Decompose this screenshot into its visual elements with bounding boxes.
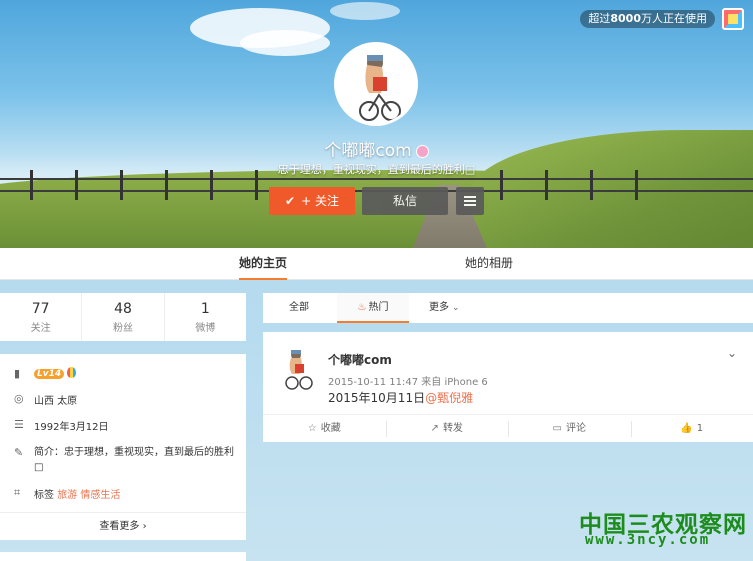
location-icon: ◎	[14, 392, 24, 405]
cloud	[240, 30, 330, 56]
more-menu-button[interactable]	[456, 187, 484, 215]
comment-button[interactable]: ▭ 评论	[508, 415, 631, 442]
post-card: 个嘟嘟com 2015-10-11 11:47 来自 iPhone 6 2015…	[263, 332, 753, 442]
repost-button[interactable]: ↗ 转发	[385, 415, 509, 442]
avatar[interactable]	[334, 42, 418, 126]
like-button[interactable]: 👍 1	[630, 415, 753, 442]
fire-icon: ♨	[357, 302, 367, 313]
tab-more[interactable]: 更多 ⌄	[429, 293, 460, 323]
post-meta: 2015-10-11 11:47 来自 iPhone 6	[328, 377, 488, 388]
tab-all[interactable]: 全部	[289, 293, 309, 323]
stat-followers[interactable]: 48 粉丝	[82, 293, 165, 341]
note-icon: ✎	[14, 446, 24, 459]
star-icon: ☆	[307, 423, 317, 434]
cloud	[330, 2, 400, 20]
watermark-url: www.3ncy.com	[585, 532, 711, 548]
tag-icon: ⌗	[14, 486, 21, 499]
verified-badge-icon	[415, 144, 429, 158]
bookmark-icon: ▮	[14, 367, 21, 380]
avatar-illustration	[359, 55, 401, 121]
profile-motto: 忠于理想，重视现实，直到最后的胜利□	[277, 163, 476, 176]
feed-tabs: 全部 ♨ 热门 更多 ⌄	[263, 293, 753, 323]
tab-home[interactable]: 她的主页	[239, 248, 288, 280]
view-more-link[interactable]: 查看更多 ›	[0, 512, 246, 540]
post-options-chevron-icon[interactable]: ⌄	[727, 346, 737, 360]
chevron-down-icon: ⌄	[452, 303, 460, 313]
next-card	[0, 552, 246, 561]
info-card: ▮ Lv14 ◎ 山西 太原 ☰ 1992年3月12日 ✎ 简介：忠于理想，重视…	[0, 354, 246, 540]
post-author[interactable]: 个嘟嘟com	[328, 351, 392, 368]
check-icon: ✔	[285, 194, 296, 208]
cake-icon: ☰	[14, 418, 24, 431]
thumbs-up-icon: 👍	[680, 423, 693, 434]
stat-posts[interactable]: 1 微博	[165, 293, 246, 341]
mention-link[interactable]: @甄倪雅	[425, 391, 473, 405]
share-icon: ↗	[430, 423, 439, 434]
chevron-right-icon: ›	[142, 521, 147, 532]
tag-links[interactable]: 旅游 情感生活	[57, 490, 120, 501]
message-button[interactable]: 私信	[362, 187, 448, 215]
tab-album[interactable]: 她的相册	[465, 248, 513, 280]
usage-badge: 超过8000万人正在使用	[580, 10, 715, 28]
tab-hot[interactable]: ♨ 热门	[337, 293, 409, 323]
comment-icon: ▭	[552, 423, 562, 434]
post-actions: ☆ 收藏 ↗ 转发 ▭ 评论 👍 1	[263, 414, 753, 442]
post-avatar[interactable]	[283, 348, 313, 390]
profile-nickname: 个嘟嘟com	[0, 136, 753, 161]
profile-tabs: 她的主页 她的相册	[0, 248, 753, 280]
follow-button[interactable]: ✔ + 关注	[269, 187, 355, 215]
collect-button[interactable]: ☆ 收藏	[263, 415, 386, 442]
level-badge[interactable]: Lv14	[34, 368, 65, 379]
skin-icon[interactable]	[722, 8, 744, 30]
stat-following[interactable]: 77 关注	[0, 293, 83, 341]
stats-card: 77 关注 48 粉丝 1 微博	[0, 293, 246, 341]
post-text: 2015年10月11日@甄倪雅	[328, 391, 474, 405]
cover-banner: 超过8000万人正在使用 个嘟嘟com 忠于理想，重视现实，直到最后的胜利□ ✔…	[0, 0, 753, 248]
menu-icon	[456, 187, 484, 206]
balloon-icon	[67, 367, 77, 378]
